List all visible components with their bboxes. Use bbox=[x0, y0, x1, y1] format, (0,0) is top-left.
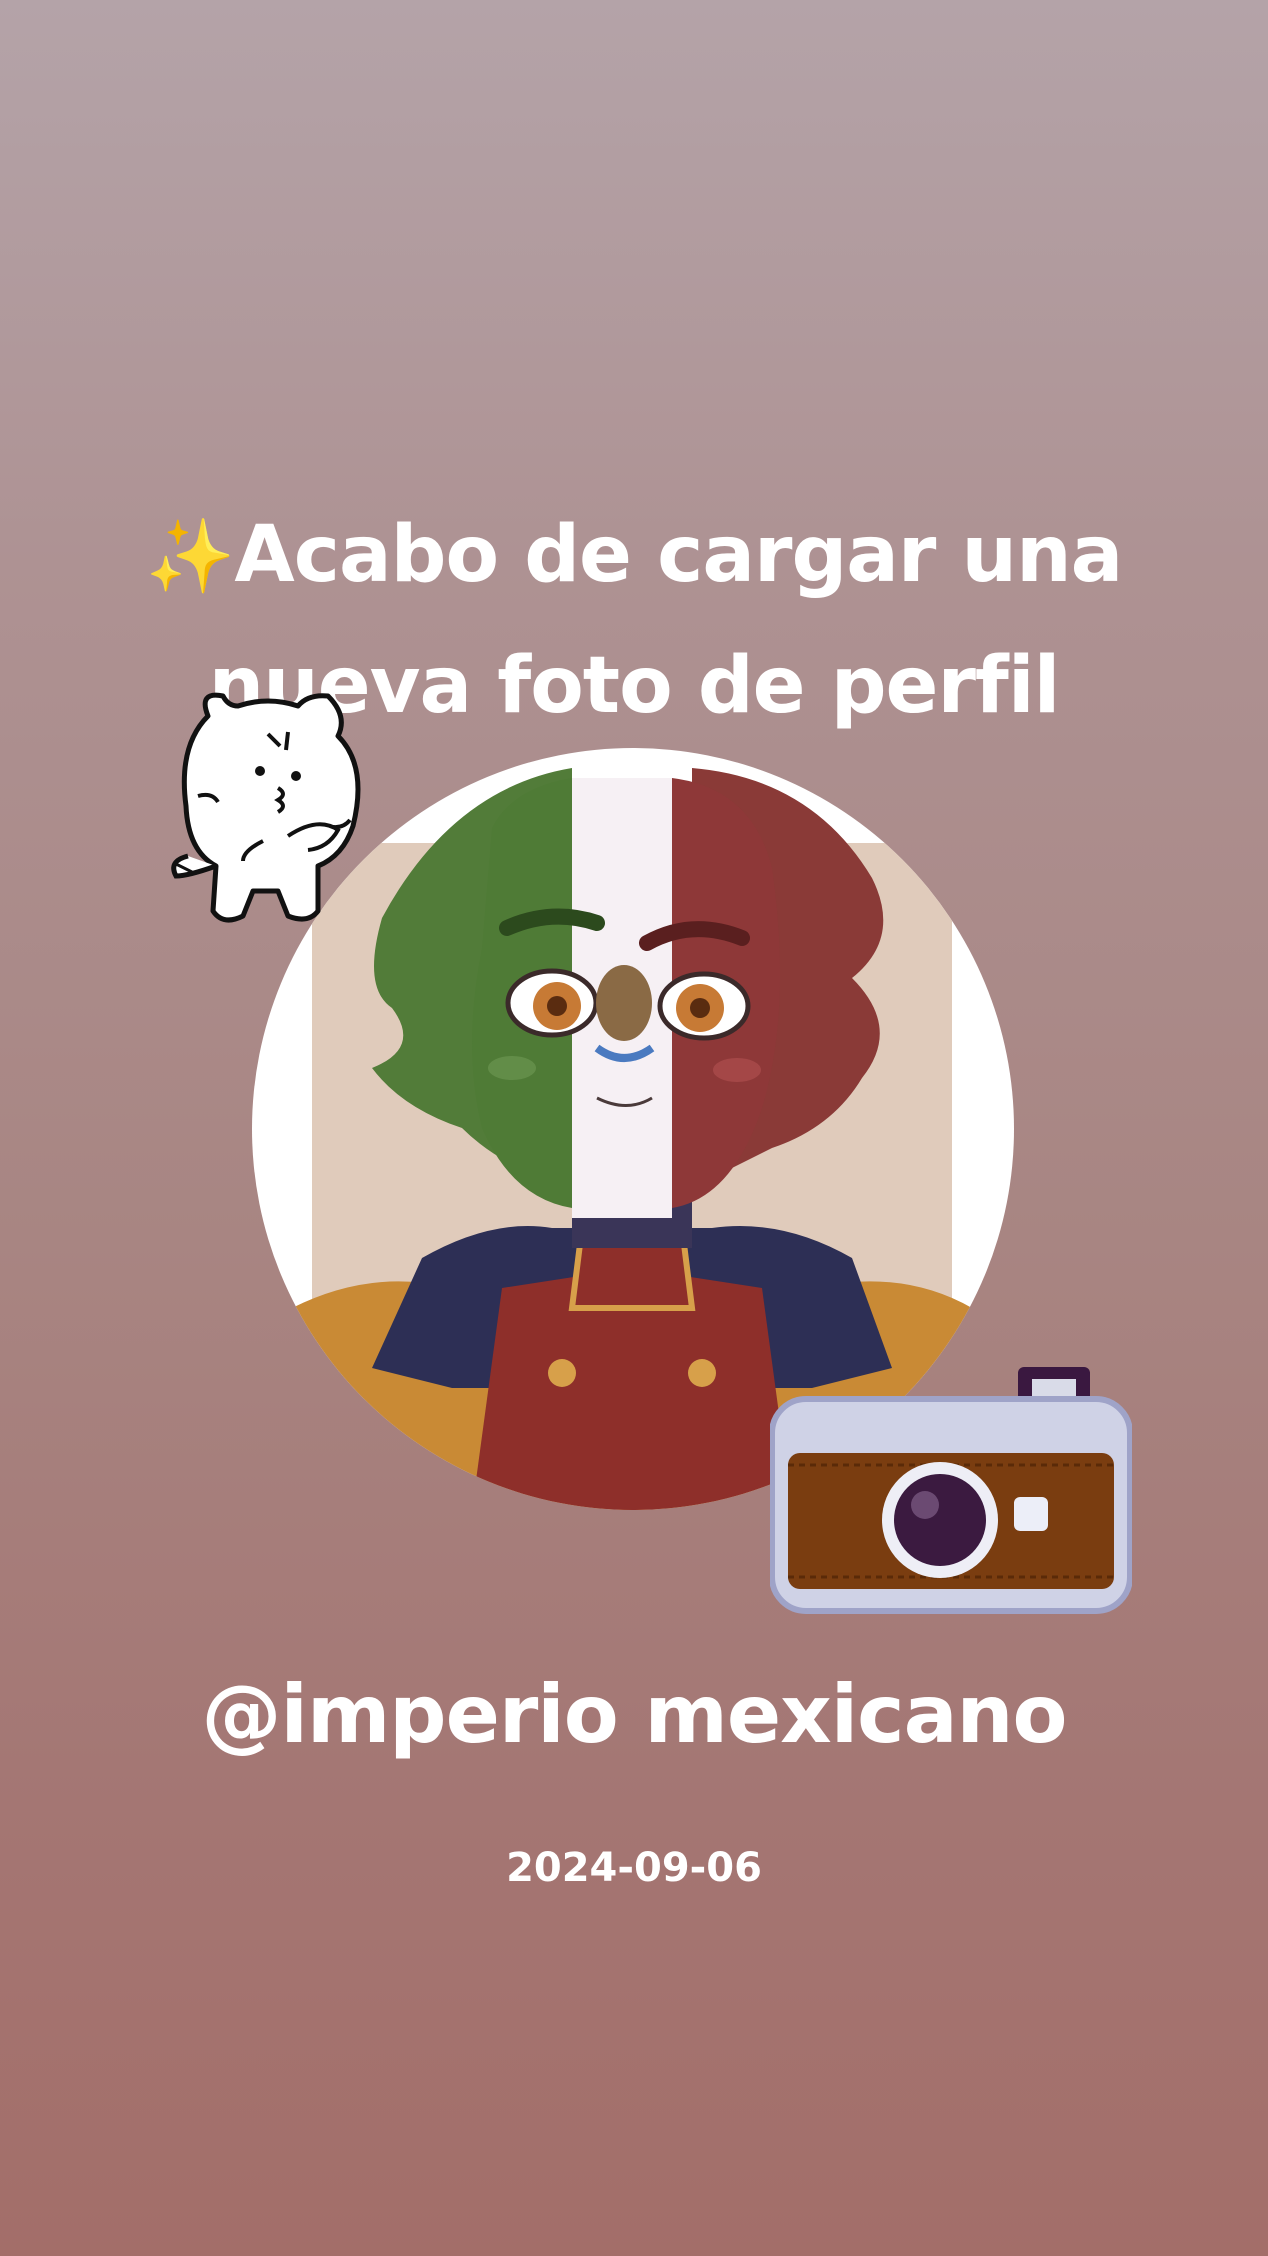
upload-date: 2024-09-06 bbox=[506, 1845, 762, 1891]
camera-icon bbox=[769, 1365, 1133, 1619]
cat-sticker-icon bbox=[168, 676, 378, 940]
profile-handle: @imperio mexicano bbox=[201, 1668, 1068, 1761]
headline-text-1: Acabo de cargar una bbox=[234, 510, 1123, 600]
headline-line-1: ✨Acabo de cargar una bbox=[0, 490, 1268, 621]
sparkles-icon: ✨ bbox=[145, 514, 236, 598]
